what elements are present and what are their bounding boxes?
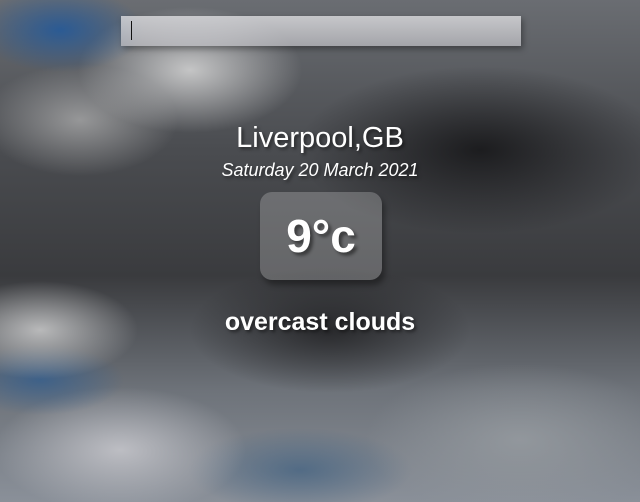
weather-description: overcast clouds: [224, 308, 416, 336]
weather-app: { "search": { "value": "", "placeholder"…: [0, 0, 640, 502]
current-date: Saturday 20 March 2021: [221, 160, 419, 180]
temperature-value: 9°c: [286, 210, 356, 262]
location-name: Liverpool,GB: [236, 122, 404, 154]
location-search-input[interactable]: [121, 16, 521, 46]
text-cursor: [131, 21, 132, 40]
temperature-box: 9°c: [260, 192, 382, 280]
